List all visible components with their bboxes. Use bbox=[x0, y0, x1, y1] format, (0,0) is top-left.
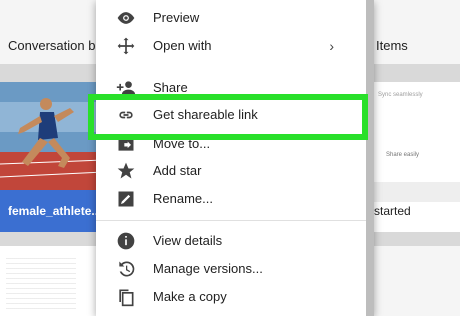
file-card-get-started[interactable]: Sync seamlessly Share easily started bbox=[368, 82, 460, 232]
menu-item-label: Manage versions... bbox=[153, 261, 263, 276]
menu-item-move-to[interactable]: Move to... bbox=[96, 130, 374, 158]
card-thumbnail-band bbox=[374, 182, 460, 202]
move-arrows-icon bbox=[116, 36, 136, 56]
menu-item-share[interactable]: Share bbox=[96, 74, 374, 102]
menu-item-get-shareable-link[interactable]: Get shareable link bbox=[96, 101, 374, 129]
file-card-label: started bbox=[374, 204, 411, 218]
file-card-label: Conversation b... bbox=[8, 38, 104, 53]
menu-item-label: Add star bbox=[153, 163, 202, 178]
menu-item-label: Move to... bbox=[153, 136, 211, 151]
copy-icon bbox=[116, 287, 136, 307]
menu-item-label: Preview bbox=[153, 10, 200, 25]
menu-item-preview[interactable]: Preview bbox=[96, 4, 374, 32]
file-card-footer: female_athlete... bbox=[0, 190, 104, 232]
folder-move-icon bbox=[116, 134, 136, 154]
file-card-label: Items bbox=[376, 38, 408, 53]
file-card-conversation[interactable]: Conversation b... bbox=[0, 0, 104, 64]
menu-item-make-a-copy[interactable]: Make a copy bbox=[96, 283, 374, 311]
eye-icon bbox=[116, 8, 136, 28]
menu-item-manage-versions[interactable]: Manage versions... bbox=[96, 255, 374, 283]
menu-item-view-details[interactable]: View details bbox=[96, 227, 374, 255]
star-icon bbox=[116, 161, 136, 181]
file-card-label: female_athlete... bbox=[8, 204, 102, 218]
menu-divider bbox=[96, 220, 374, 221]
card-thumbnail-text: Share easily bbox=[386, 152, 420, 158]
pencil-icon bbox=[116, 189, 136, 209]
spreadsheet-thumbnail bbox=[6, 254, 76, 310]
menu-item-label: Share bbox=[153, 80, 188, 95]
menu-item-label: Rename... bbox=[153, 191, 213, 206]
menu-item-label: Make a copy bbox=[153, 289, 227, 304]
menu-item-add-star[interactable]: Add star bbox=[96, 157, 374, 185]
history-icon bbox=[116, 259, 136, 279]
card-thumbnail-text: Sync seamlessly bbox=[378, 92, 423, 98]
chevron-right-icon: › bbox=[329, 38, 334, 54]
file-card-blank[interactable] bbox=[368, 246, 460, 316]
athlete-thumbnail bbox=[0, 82, 104, 190]
menu-item-label: View details bbox=[153, 233, 223, 248]
info-icon bbox=[116, 231, 136, 251]
menu-item-rename[interactable]: Rename... bbox=[96, 185, 374, 213]
menu-item-label: Open with bbox=[153, 38, 212, 53]
menu-item-open-with[interactable]: Open with › bbox=[96, 32, 374, 60]
file-card-items[interactable]: Items bbox=[368, 0, 460, 64]
menu-item-label: Get shareable link bbox=[153, 107, 258, 122]
file-card-spreadsheet[interactable] bbox=[0, 246, 104, 316]
scrollbar[interactable] bbox=[366, 0, 374, 316]
link-icon bbox=[116, 105, 136, 125]
add-person-icon bbox=[116, 78, 136, 98]
context-menu: Preview Open with › Share Get shareable … bbox=[96, 0, 374, 316]
file-card-athlete[interactable]: female_athlete... bbox=[0, 82, 104, 232]
